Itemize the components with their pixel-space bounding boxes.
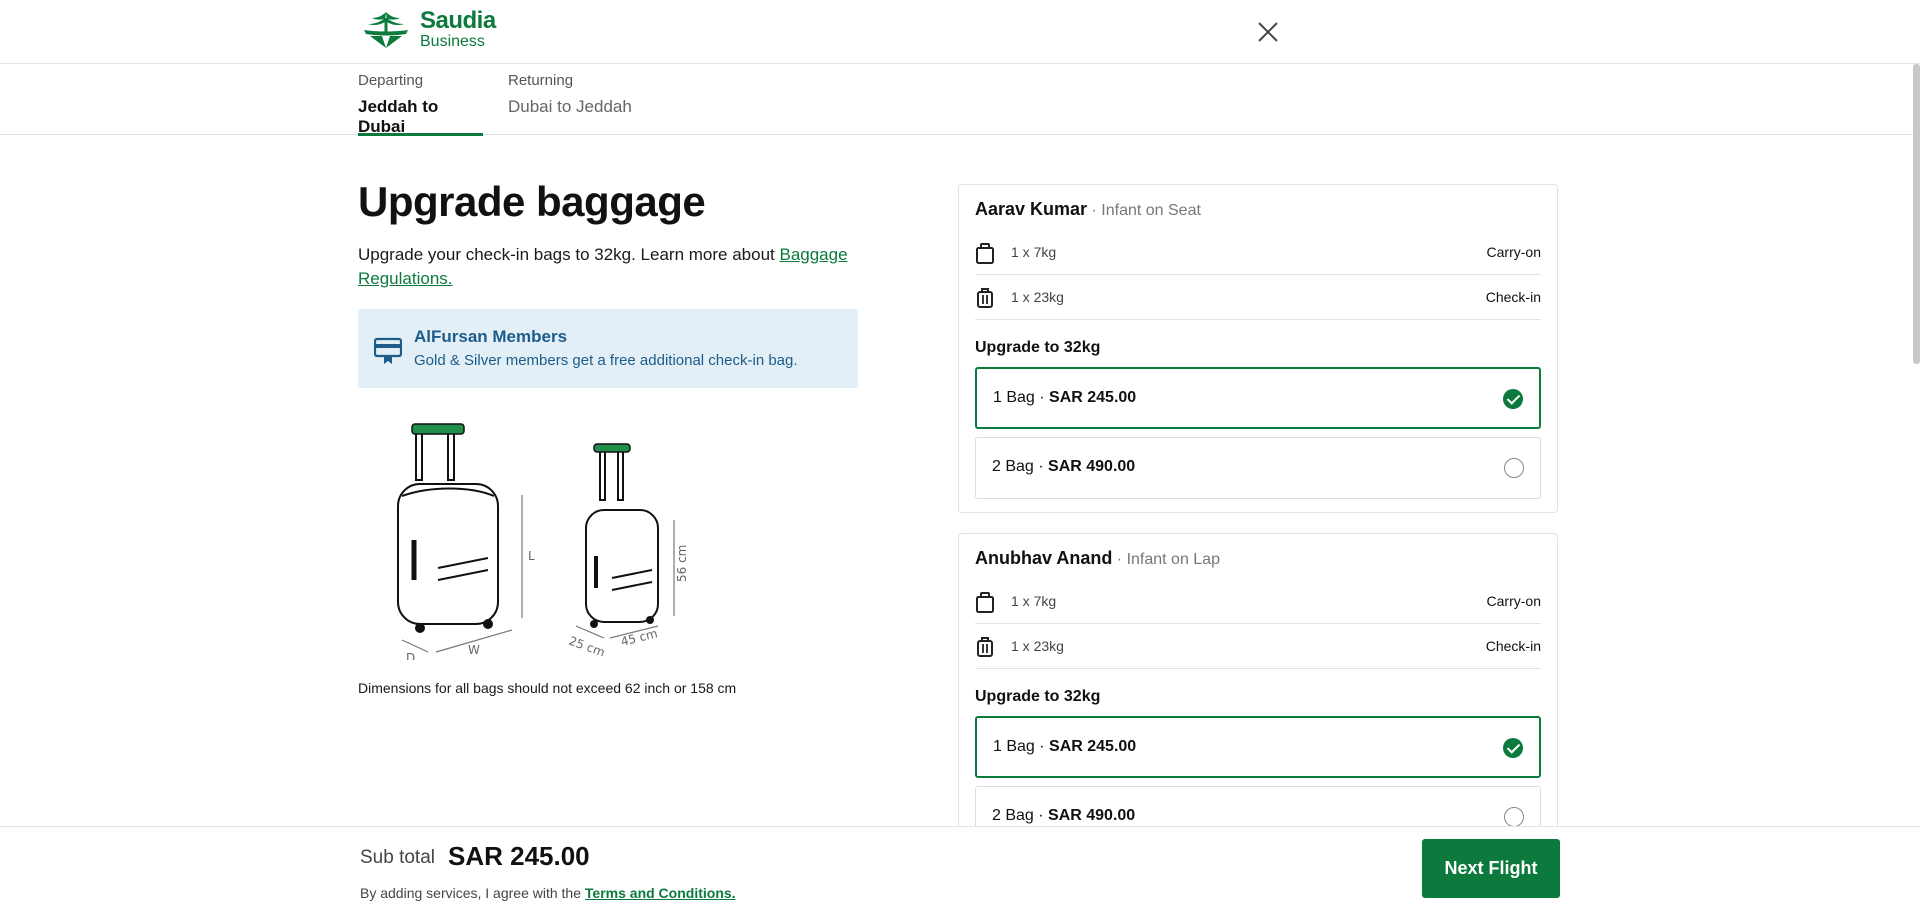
option-qty: 1 Bag · [993,389,1050,406]
radio-checked-icon[interactable] [1503,738,1523,758]
tab-returning[interactable]: Returning Dubai to Jeddah [508,72,648,135]
alfursan-banner: AlFursan Members Gold & Silver members g… [358,309,858,388]
close-button[interactable] [1254,18,1282,46]
footer-bar: Sub total SAR 245.00 By adding services,… [0,826,1920,911]
luggage-dimensions-illustration: L D W 56 cm 25 cm 45 cm [397,423,689,660]
baggage-allowance: 1 x 23kg [1011,638,1064,654]
intro-text: Upgrade your check-in bags to 32kg. Lear… [358,243,878,291]
passenger-card: Aarav Kumar · Infant on Seat 1 x 7kg Car… [958,184,1558,513]
baggage-row-carry-on: 1 x 7kg Carry-on [975,579,1541,624]
terms-link[interactable]: Terms and Conditions. [585,885,736,901]
alfursan-subtitle: Gold & Silver members get a free additio… [414,352,798,369]
upgrade-option-1-bag[interactable]: 1 Bag · SAR 245.00 [975,367,1541,429]
tab-departing[interactable]: Departing Jeddah to Dubai [358,72,483,136]
option-price: SAR 245.00 [1049,389,1137,406]
luggage-label-56cm: 56 cm [675,545,689,582]
baggage-type: Check-in [1485,638,1541,654]
saudia-business-logo[interactable]: Saudia Business [358,8,496,50]
baggage-allowance: 1 x 7kg [1011,593,1057,609]
option-price: SAR 245.00 [1049,738,1137,755]
baggage-row-carry-on: 1 x 7kg Carry-on [975,230,1541,275]
check-in-bag-icon [977,637,993,657]
upgrade-option-2-bag[interactable]: 2 Bag · SAR 490.00 [975,437,1541,499]
baggage-allowance: 1 x 7kg [1011,244,1057,260]
tab-small-label: Departing [358,72,424,89]
option-label: 2 Bag · SAR 490.00 [992,807,1135,825]
passenger-type: · Infant on Seat [1087,202,1201,219]
passenger-card: Anubhav Anand · Infant on Lap 1 x 7kg Ca… [958,533,1558,826]
logo-line1: Saudia [420,6,496,34]
baggage-type: Carry-on [1486,244,1541,260]
page-title: Upgrade baggage [358,178,706,225]
intro-text-body: Upgrade your check-in bags to 32kg. Lear… [358,245,780,264]
baggage-allowance: 1 x 23kg [1011,289,1064,305]
radio-unchecked-icon[interactable] [1504,458,1524,478]
tab-small-label: Returning [508,72,574,89]
logo-line2: Business [420,32,485,50]
upgrade-title: Upgrade to 32kg [975,339,1101,356]
passenger-list[interactable]: Aarav Kumar · Infant on Seat 1 x 7kg Car… [958,184,1558,826]
option-qty: 1 Bag · [993,738,1050,755]
subtotal-value: SAR 245.00 [448,841,590,871]
upgrade-option-2-bag[interactable]: 2 Bag · SAR 490.00 [975,786,1541,826]
carry-on-bag-icon [976,243,994,264]
subtotal-label: Sub total [360,847,435,868]
baggage-type: Check-in [1485,289,1541,305]
option-price: SAR 490.00 [1048,458,1136,475]
luggage-label-l: L [528,549,535,563]
baggage-row-check-in: 1 x 23kg Check-in [975,624,1541,669]
carry-on-bag-icon [976,592,994,613]
next-flight-button[interactable]: Next Flight [1422,839,1560,898]
baggage-row-check-in: 1 x 23kg Check-in [975,275,1541,320]
close-icon [1258,22,1278,42]
alfursan-title: AlFursan Members [414,327,568,346]
option-label: 1 Bag · SAR 245.00 [993,738,1136,756]
scrollbar[interactable] [1913,64,1920,364]
tab-route-label: Jeddah to Dubai [358,97,439,136]
option-qty: 2 Bag · [992,458,1049,475]
header: Saudia Business [0,0,1920,64]
upgrade-title: Upgrade to 32kg [975,688,1101,705]
radio-unchecked-icon[interactable] [1504,807,1524,826]
check-in-bag-icon [977,288,993,308]
passenger-name: Aarav Kumar · Infant on Seat [975,199,1201,220]
passenger-name-text: Aarav Kumar [975,199,1088,219]
passenger-type: · Infant on Lap [1112,551,1220,568]
terms-agreement: By adding services, I agree with the Ter… [360,885,736,901]
palm-swords-logo-icon [364,12,408,48]
radio-checked-icon[interactable] [1503,389,1523,409]
option-label: 1 Bag · SAR 245.00 [993,389,1136,407]
luggage-label-25cm: 25 cm [567,634,607,660]
baggage-type: Carry-on [1486,593,1541,609]
option-qty: 2 Bag · [992,807,1049,824]
terms-text: By adding services, I agree with the [360,885,585,901]
luggage-label-d: D [406,651,415,660]
luggage-label-45cm: 45 cm [619,626,659,649]
membership-card-icon [374,337,402,364]
passenger-name: Anubhav Anand · Infant on Lap [975,548,1220,569]
passenger-name-text: Anubhav Anand [975,548,1113,568]
option-price: SAR 490.00 [1048,807,1136,824]
option-label: 2 Bag · SAR 490.00 [992,458,1135,476]
tab-route-label: Dubai to Jeddah [508,97,632,116]
luggage-label-w: W [468,643,480,657]
dimensions-note: Dimensions for all bags should not excee… [358,680,737,696]
upgrade-option-1-bag[interactable]: 1 Bag · SAR 245.00 [975,716,1541,778]
flight-tabs: Departing Jeddah to Dubai Returning Duba… [0,64,1920,136]
